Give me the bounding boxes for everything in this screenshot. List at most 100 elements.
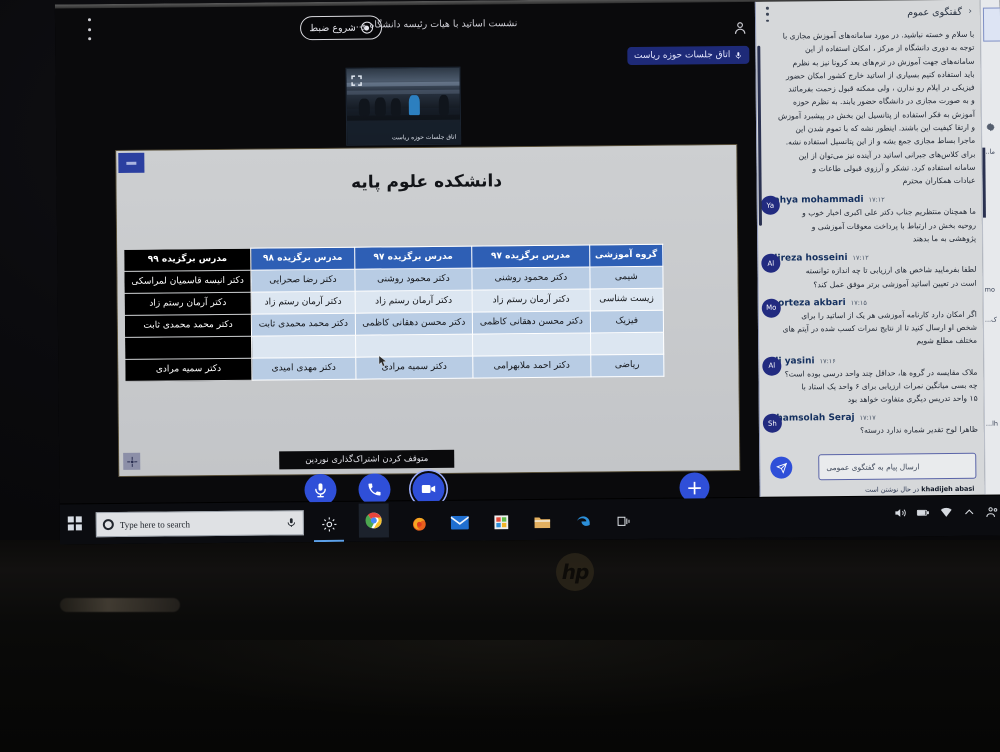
wifi-icon[interactable] [940,506,953,519]
table-cell: دکتر محمد محمدی ثابت [124,314,252,338]
chat-message: ۱۷:۱۲ yahya mohammadi Ya ما همچنان منتظریم … [760,194,977,247]
chat-footer: ارسال پیام به گفتگوی عمومی khadijeh abas… [760,447,984,497]
chat-panel: ‹ گفتگوی عموم با سلام و خسته نباشید. در … [754,0,985,497]
avatar[interactable]: Mo [761,298,781,318]
expand-video-icon[interactable] [350,72,362,86]
mouse-cursor [378,352,387,367]
chat-message-time: ۱۷:۱۶ [819,356,836,365]
microphone-icon[interactable] [286,513,297,532]
table-cell: دکتر مهدی امیدی [251,357,356,381]
task-view-icon[interactable] [613,510,635,532]
chat-message-time: ۱۷:۱۵ [850,298,867,307]
chat-message-header: ۱۷:۱۲ alireza hosseini [768,252,976,264]
share-tooltip: متوقف کردن اشتراک‌گذاری نوردین [279,449,455,470]
table-cell: ریاضی [590,354,664,377]
camera-icon [421,484,436,494]
shared-screen[interactable]: دانشکده علوم پایه گروه آموزشی مدرس برگزید… [116,145,740,476]
chat-message-text: ما همچنان منتظریم جناب دکتر علی اکبری اخ… [802,207,977,244]
chrome-icon[interactable] [358,503,389,538]
chat-message-text: ملاک مقایسه در گروه ها، حداقل چند واحد د… [784,367,978,405]
meeting-menu-icon[interactable] [82,18,96,41]
send-message-button[interactable] [770,456,793,479]
table-cell [251,335,356,359]
table-cell [590,332,664,355]
folder-icon[interactable] [531,511,553,533]
table-cell: دکتر محسن دهقانی کاظمی [472,310,591,335]
video-thumbnail[interactable]: اتاق جلسات حوزه ریاست [345,66,462,146]
avatar[interactable]: Al [762,356,782,376]
chat-back-icon[interactable]: ‹ [968,7,972,17]
table-header-cell: مدرس برگزیده ۹۸ [250,247,355,271]
table-cell: دکتر محمد محمدی ثابت [251,313,356,337]
table-cell [355,334,473,358]
gear-icon[interactable] [985,118,996,137]
meeting-topbar: شروع ضبط نشست اساتید با هیات رئیسه دانشگ… [55,2,755,66]
mail-icon[interactable] [449,512,471,534]
chat-message-text: اگر امکان دارد کارنامه آموزشی هر یک از ا… [782,309,978,346]
edge-icon[interactable] [572,510,594,532]
chat-message: ۱۷:۱۷ Shamsolah Seraj Sh ظاهرا لوح تقدیر شم… [762,412,979,438]
search-circle-icon [102,519,114,531]
table-cell: دکتر احمد ملابهرامی [472,354,591,379]
chat-message-text: لطفا بفرمایید شاخص های ارزیابی تا چه اند… [805,264,977,289]
chat-message: ۱۷:۱۶ ali yasini Al ملاک مقایسه در گروه ها،… [762,354,978,407]
chat-menu-icon[interactable] [766,6,769,22]
slide-canvas: دانشکده علوم پایه گروه آموزشی مدرس برگزید… [116,145,740,476]
send-icon [775,462,787,474]
background-panel-box [982,7,1000,42]
firefox-icon[interactable] [408,512,430,534]
windows-logo-icon[interactable] [67,516,83,531]
slide-fullscreen-button[interactable] [123,452,141,470]
table-cell: دکتر آرمان رستم زاد [354,290,473,314]
phone-icon [368,483,381,496]
chat-title: گفتگوی عموم [907,6,963,19]
bg-fragment-3: lh... [985,419,999,428]
video-thumbnail-label: اتاق جلسات حوزه ریاست [391,133,457,142]
table-cell [472,332,591,357]
chat-message-author: Shamsolah Seraj [769,413,855,425]
table-cell: دکتر رضا صحرایی [251,269,355,293]
slide-minimize-button[interactable] [118,152,145,173]
people-icon[interactable] [986,506,999,519]
chevron-up-icon[interactable] [963,506,976,519]
chat-message-text: ظاهرا لوح تقدیر شماره ندارد درسته؟ [860,425,979,436]
laptop-hinge-strip [60,598,180,612]
chat-message-text: با سلام و خسته نباشید. در مورد سامانه‌ها… [777,29,976,186]
table-cell: فیزیک [589,310,664,333]
store-icon[interactable] [490,511,512,533]
background-scrollbar[interactable] [982,147,986,218]
chat-message-time: ۱۷:۱۷ [859,414,876,423]
chat-message-time: ۱۷:۱۲ [852,253,869,263]
chat-message-list[interactable]: با سلام و خسته نباشید. در مورد سامانه‌ها… [756,26,984,449]
bg-fragment-2: ک... [984,315,997,324]
table-cell: دکتر محسن دهقانی کاظمی [354,312,473,336]
system-tray [894,506,999,520]
participants-icon[interactable] [733,20,747,36]
table-cell: دکتر آرمان رستم زاد [472,288,590,313]
search-input[interactable]: Type here to search [95,510,304,538]
table-cell: دکتر آرمان رستم زاد [251,291,355,315]
chat-message-author: yahya mohammadi [767,195,864,207]
meeting-app: شروع ضبط نشست اساتید با هیات رئیسه دانشگ… [54,1,760,507]
chat-header: ‹ گفتگوی عموم [756,0,980,28]
table-cell [124,336,252,360]
table-header-cell: مدرس برگزیده ۹۹ [123,248,252,272]
bg-fragment-1: mo [984,285,995,294]
typing-user: khadijeh abasi [921,484,975,494]
meeting-title: نشست اساتید با هیات رئیسه دانشگاه و... [352,18,518,31]
table-cell: دکتر انیسه قاسمیان لمراسکی [123,270,252,294]
table-header-cell: مدرس برگزیده ۹۷ [471,244,590,269]
table-cell: دکتر سمیه مرادی [124,358,253,382]
gear-icon[interactable] [318,513,340,535]
laptop-screen: شروع ضبط نشست اساتید با هیات رئیسه دانشگ… [54,0,1000,545]
volume-icon[interactable] [894,506,907,519]
microphone-icon [315,483,326,498]
battery-icon[interactable] [916,506,930,519]
chat-message-time: ۱۷:۱۲ [868,195,885,205]
room-badge-label: اتاق جلسات حوزه ریاست [633,50,731,62]
search-placeholder: Type here to search [119,518,190,530]
chat-message: ۱۷:۱۵ morteza akbari Mo اگر امکان دارد کارن… [761,297,978,350]
chat-message-header: ۱۷:۱۵ morteza akbari [769,297,977,309]
chat-input[interactable]: ارسال پیام به گفتگوی عمومی [818,452,977,481]
table-cell: دکتر محمود روشنی [472,266,590,291]
